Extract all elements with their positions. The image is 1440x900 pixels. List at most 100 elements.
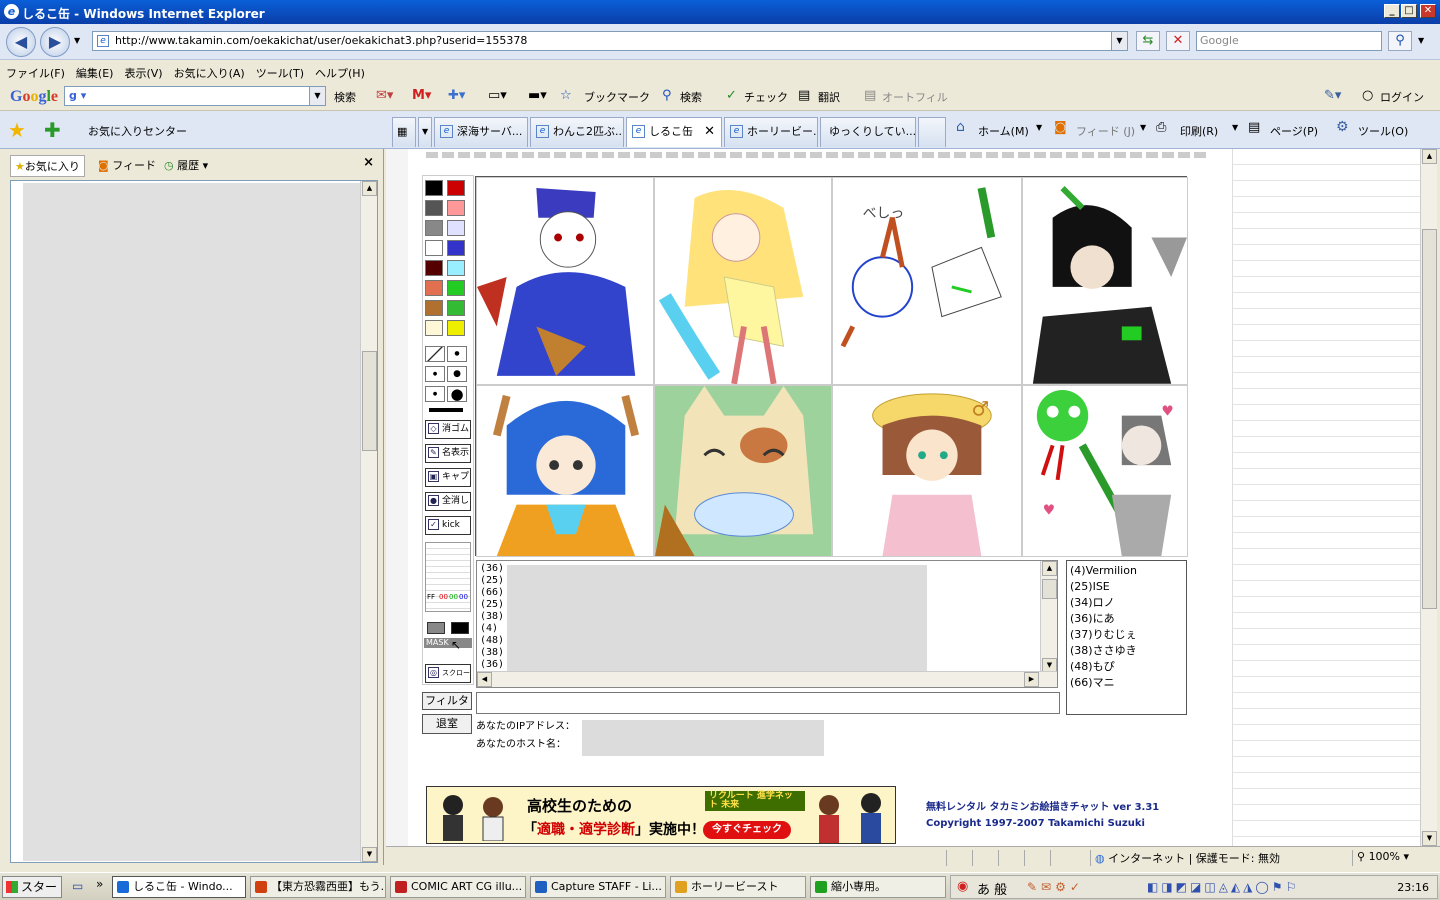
popup-icon[interactable]: ▭▾: [488, 88, 507, 103]
user-list-item[interactable]: (48)もぴ: [1070, 659, 1183, 675]
pen-size-2-icon[interactable]: ●: [425, 366, 445, 382]
home-icon[interactable]: ⌂: [956, 119, 965, 135]
chat-log[interactable]: (36) (25) (66) (25) (38) (4) (48) (38) (36) ▲ ▼ …: [476, 560, 1058, 688]
tab-2[interactable]: e わんこ2匹ぶ...: [530, 117, 624, 147]
refresh-icon[interactable]: ⇆: [1136, 31, 1160, 51]
favorites-star-icon[interactable]: ★: [8, 118, 26, 142]
menu-view[interactable]: 表示(V): [118, 61, 167, 81]
google-search-button[interactable]: 検索: [334, 89, 356, 105]
translate-icon[interactable]: ▤: [798, 88, 810, 103]
favorites-list[interactable]: ▲ ▼: [10, 180, 378, 863]
pen-thin-icon[interactable]: [425, 346, 445, 362]
bookmark-star-icon[interactable]: ☆: [560, 88, 572, 103]
main-color-swatch[interactable]: [451, 622, 469, 634]
history-dropdown-icon[interactable]: ▼: [74, 36, 80, 45]
scroll-down-icon[interactable]: ▼: [1422, 831, 1437, 846]
check-button[interactable]: チェック: [744, 89, 788, 105]
favorites-scrollbar[interactable]: ▲ ▼: [360, 181, 377, 862]
gear-icon[interactable]: ⚙: [1336, 119, 1349, 135]
menu-file[interactable]: ファイル(F): [0, 61, 70, 81]
name-display-button[interactable]: ✎ 名表示: [425, 444, 471, 463]
page-icon[interactable]: ▤: [1248, 120, 1260, 135]
user-list-item[interactable]: (37)りむじぇ: [1070, 627, 1183, 643]
tab-list-icon[interactable]: ▼: [418, 117, 432, 147]
color-swatch[interactable]: [425, 200, 443, 216]
color-swatch[interactable]: [425, 220, 443, 236]
tab-5[interactable]: ゆっくりしてい...: [820, 117, 916, 147]
menu-help[interactable]: ヘルプ(H): [309, 61, 370, 81]
taskbar-task[interactable]: しるこ缶 - Windo...: [112, 876, 246, 898]
show-desktop-icon[interactable]: ▭: [72, 879, 83, 893]
clear-all-button[interactable]: ● 全消し: [425, 492, 471, 511]
color-swatch[interactable]: [447, 320, 465, 336]
color-swatch[interactable]: [425, 320, 443, 336]
color-swatch[interactable]: [447, 180, 465, 196]
banner-cta-button[interactable]: 今すぐチェック: [703, 821, 791, 839]
feed-icon[interactable]: ◙: [1054, 120, 1067, 135]
tab-4[interactable]: e ホーリービー...: [724, 117, 818, 147]
page-button[interactable]: ページ(P): [1270, 123, 1318, 139]
scroll-down-icon[interactable]: ▼: [362, 847, 377, 862]
sub-color-swatch[interactable]: [427, 622, 445, 634]
add-favorites-icon[interactable]: ✚: [44, 118, 61, 142]
taskbar-task[interactable]: Capture STAFF - Li...: [530, 876, 666, 898]
autofill-icon[interactable]: ▤: [864, 88, 876, 103]
history-tab[interactable]: ◷ 履歴 ▾: [160, 155, 212, 175]
menu-edit[interactable]: 編集(E): [70, 61, 119, 81]
scroll-right-icon[interactable]: ▶: [1024, 672, 1039, 687]
user-list-item[interactable]: (25)ISE: [1070, 579, 1183, 595]
filter-button[interactable]: フィルタ: [422, 692, 472, 710]
highlight-icon[interactable]: ▬▾: [528, 88, 547, 103]
taskbar-task[interactable]: COMIC ART CG illu...: [390, 876, 526, 898]
minimize-button[interactable]: _: [1384, 4, 1400, 18]
pen-size-3-icon[interactable]: ●: [447, 366, 467, 382]
tray-tools-icons[interactable]: ✎✉⚙✓: [1027, 880, 1084, 894]
address-bar[interactable]: e http://www.takamin.com/oekakichat/user…: [92, 31, 1128, 51]
color-swatch[interactable]: [425, 180, 443, 196]
ad-banner[interactable]: 高校生のための 「適職・適学診断」実施中！ リクルート 進学ネット 未来 今すぐ…: [426, 786, 896, 844]
new-tab-button[interactable]: [918, 117, 946, 147]
scroll-left-icon[interactable]: ◀: [477, 672, 492, 687]
tab-1[interactable]: e 深海サーバ...: [434, 117, 528, 147]
scroll-thumb[interactable]: [1042, 579, 1057, 599]
chat-hscrollbar[interactable]: ◀ ▶: [477, 671, 1057, 687]
color-swatch[interactable]: [447, 220, 465, 236]
color-swatch[interactable]: [425, 280, 443, 296]
chat-scrollbar[interactable]: ▲ ▼: [1040, 561, 1057, 673]
quicklaunch-more-icon[interactable]: »: [96, 877, 103, 891]
search2-button[interactable]: 検索: [680, 89, 702, 105]
login-radio-icon[interactable]: ○: [1362, 88, 1373, 103]
spellcheck-icon[interactable]: ✓: [726, 88, 737, 103]
scroll-thumb[interactable]: [1422, 229, 1437, 609]
user-list-item[interactable]: (34)ロノ: [1070, 595, 1183, 611]
magnifier-icon[interactable]: ⚲: [662, 88, 672, 103]
autofill-button[interactable]: オートフィル: [882, 89, 948, 105]
kick-button[interactable]: ✓ kick: [425, 516, 471, 535]
pen-size-5-icon[interactable]: ●: [447, 386, 467, 402]
scroll-button[interactable]: ◎スクロール: [425, 664, 471, 683]
user-list-item[interactable]: (4)Vermilion: [1070, 563, 1183, 579]
drawing-canvas[interactable]: べしっ ♂ ♥ ♥: [475, 176, 1188, 557]
feeds-tab[interactable]: ◙ フィード: [94, 155, 160, 175]
capture-button[interactable]: ▣ キャプ: [425, 468, 471, 487]
eraser-button[interactable]: ◇ 消ゴム: [425, 420, 471, 439]
favorites-tab[interactable]: ★お気に入り: [10, 155, 85, 177]
login-button[interactable]: ログイン: [1380, 89, 1424, 105]
scroll-up-icon[interactable]: ▲: [362, 181, 377, 196]
scroll-up-icon[interactable]: ▲: [1422, 149, 1437, 164]
tab-3-active[interactable]: e しるこ缶 ✕: [626, 117, 722, 147]
color-swatch[interactable]: [447, 240, 465, 256]
taskbar-task[interactable]: ホーリービースト: [670, 876, 806, 898]
color-swatch[interactable]: [447, 200, 465, 216]
pagerank-icon[interactable]: ✉▾: [376, 88, 393, 103]
stop-icon[interactable]: ✕: [1166, 31, 1190, 51]
maximize-button[interactable]: □: [1401, 4, 1417, 18]
mask-label[interactable]: MASK: [424, 638, 472, 648]
pen-size-1-icon[interactable]: ●: [447, 346, 467, 362]
forward-button[interactable]: ▶: [40, 27, 70, 57]
back-button[interactable]: ◀: [6, 27, 36, 57]
color-swatch[interactable]: [447, 300, 465, 316]
color-swatch[interactable]: [425, 240, 443, 256]
favorites-close-button[interactable]: ×: [363, 155, 374, 170]
search-options-icon[interactable]: ▼: [1418, 36, 1424, 45]
